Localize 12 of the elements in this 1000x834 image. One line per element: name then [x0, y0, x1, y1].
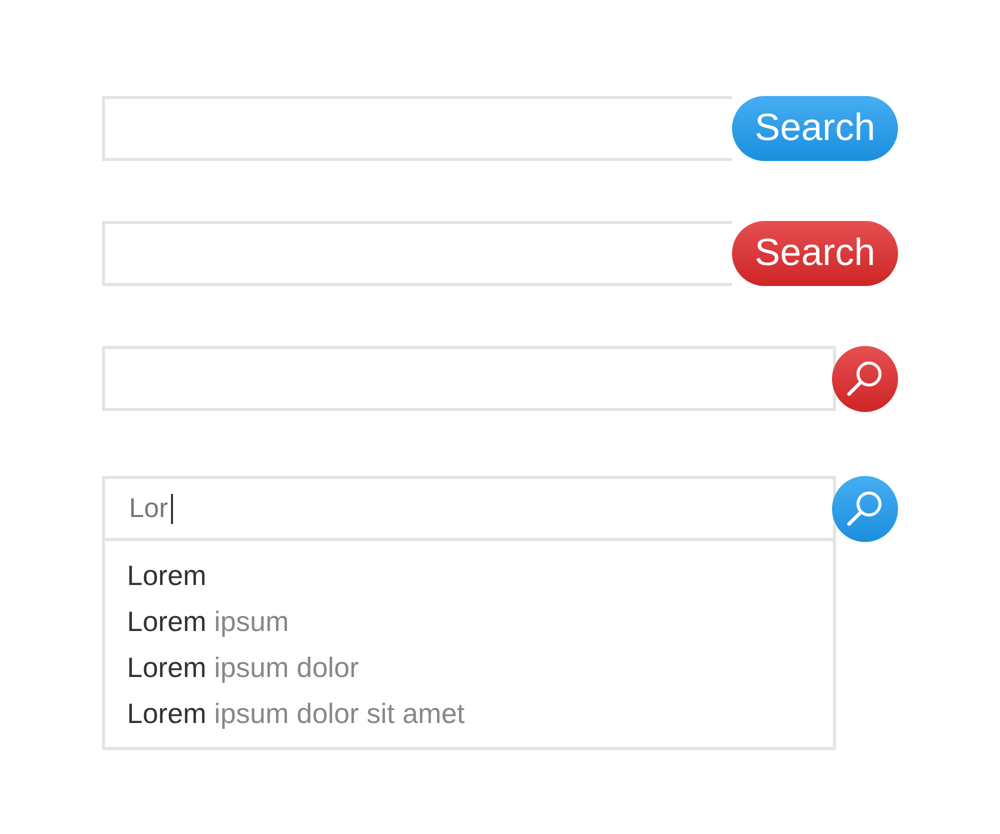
- suggestion-item[interactable]: Lorem ipsum: [127, 599, 289, 645]
- suggestion-item[interactable]: Lorem: [127, 553, 206, 599]
- search-field[interactable]: [102, 221, 732, 286]
- search-field[interactable]: Lor: [102, 476, 836, 541]
- text-cursor: [171, 494, 174, 524]
- search-text: Lor: [129, 493, 168, 524]
- suggestion-item[interactable]: Lorem ipsum dolor: [127, 645, 359, 691]
- search-button[interactable]: [832, 346, 898, 412]
- search-field[interactable]: [102, 96, 732, 161]
- suggestion-item[interactable]: Lorem ipsum dolor sit amet: [127, 691, 465, 737]
- search-field[interactable]: [102, 346, 836, 411]
- search-button[interactable]: Search: [732, 221, 898, 286]
